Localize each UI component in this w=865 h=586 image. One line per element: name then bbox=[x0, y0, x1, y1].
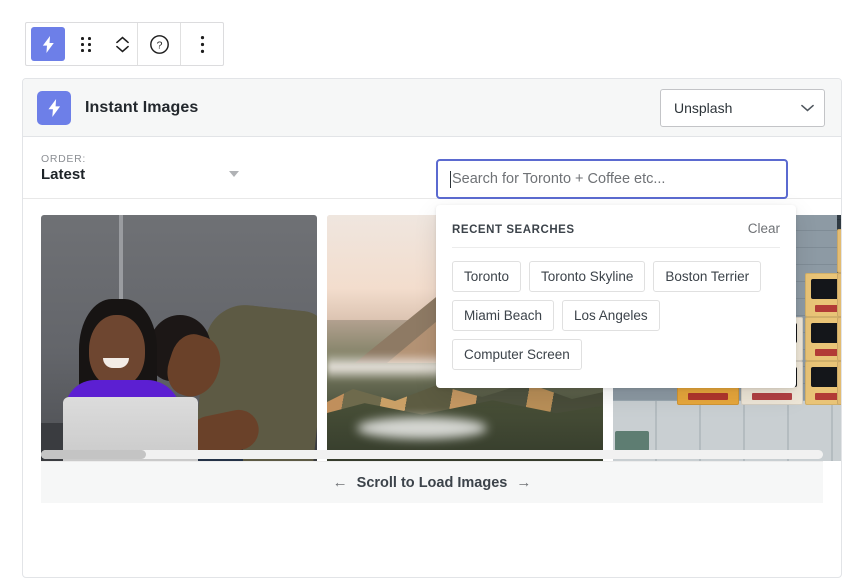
more-options-button[interactable] bbox=[181, 23, 223, 65]
chevron-down-icon bbox=[115, 45, 129, 52]
instant-images-block-icon-button[interactable] bbox=[31, 27, 65, 61]
results-horizontal-scrollbar[interactable] bbox=[41, 450, 823, 459]
svg-text:?: ? bbox=[156, 39, 162, 51]
recent-searches-panel: RECENT SEARCHES Clear Toronto Toronto Sk… bbox=[436, 205, 796, 388]
block-toolbar: ? bbox=[25, 22, 224, 66]
recent-search-tag[interactable]: Toronto bbox=[452, 261, 522, 292]
chevron-up-icon bbox=[115, 36, 129, 43]
lightning-bolt-icon bbox=[48, 98, 60, 117]
block-mover-button[interactable] bbox=[107, 23, 137, 65]
help-button[interactable]: ? bbox=[138, 23, 180, 65]
search-field[interactable]: Search for Toronto + Coffee etc... bbox=[436, 159, 788, 199]
result-photo-1[interactable] bbox=[41, 215, 317, 461]
drag-handle-button[interactable] bbox=[65, 23, 107, 65]
recent-search-tag[interactable]: Boston Terrier bbox=[653, 261, 762, 292]
vertical-three-dots-icon bbox=[200, 35, 204, 53]
load-more-button[interactable]: ← Scroll to Load Images → bbox=[41, 461, 823, 503]
block-toolbar-group-more bbox=[180, 23, 223, 65]
instant-images-logo bbox=[37, 90, 71, 125]
caret-down-icon bbox=[229, 171, 239, 177]
order-value: Latest bbox=[41, 165, 86, 183]
order-label: ORDER: bbox=[41, 152, 87, 165]
recent-search-tag[interactable]: Los Angeles bbox=[562, 300, 660, 331]
block-toolbar-group-help: ? bbox=[137, 23, 180, 65]
panel-title: Instant Images bbox=[85, 98, 199, 116]
lightning-bolt-icon bbox=[42, 35, 54, 53]
question-circle-icon: ? bbox=[149, 34, 169, 54]
arrow-right-icon: → bbox=[516, 474, 532, 491]
order-select[interactable]: ORDER: Latest bbox=[41, 153, 241, 183]
search-area: Search for Toronto + Coffee etc... RECEN… bbox=[436, 159, 796, 388]
load-more-label: Scroll to Load Images bbox=[356, 474, 508, 491]
recent-searches-header: RECENT SEARCHES Clear bbox=[452, 221, 780, 248]
load-more-wrap: ← Scroll to Load Images → bbox=[23, 461, 841, 519]
block-toolbar-group-primary bbox=[26, 23, 137, 65]
recent-search-tag[interactable]: Miami Beach bbox=[452, 300, 555, 331]
six-dots-drag-icon bbox=[80, 36, 92, 52]
text-cursor bbox=[450, 170, 451, 188]
recent-search-tag[interactable]: Toronto Skyline bbox=[529, 261, 646, 292]
recent-searches-list: Toronto Toronto Skyline Boston Terrier M… bbox=[452, 261, 780, 370]
scrollbar-thumb[interactable] bbox=[41, 450, 146, 459]
search-input-placeholder: Search for Toronto + Coffee etc... bbox=[452, 171, 666, 187]
recent-searches-title: RECENT SEARCHES bbox=[452, 224, 575, 236]
recent-search-tag[interactable]: Computer Screen bbox=[452, 339, 582, 370]
provider-select[interactable]: Unsplash bbox=[660, 88, 825, 127]
panel-brand: Instant Images bbox=[37, 90, 199, 125]
chevron-down-icon bbox=[801, 104, 814, 111]
clear-recent-searches-link[interactable]: Clear bbox=[748, 221, 780, 236]
arrow-left-icon: ← bbox=[332, 474, 348, 491]
order-row: Latest bbox=[41, 166, 241, 183]
provider-selected-value: Unsplash bbox=[674, 99, 733, 116]
panel-header: Instant Images Unsplash bbox=[23, 79, 841, 137]
